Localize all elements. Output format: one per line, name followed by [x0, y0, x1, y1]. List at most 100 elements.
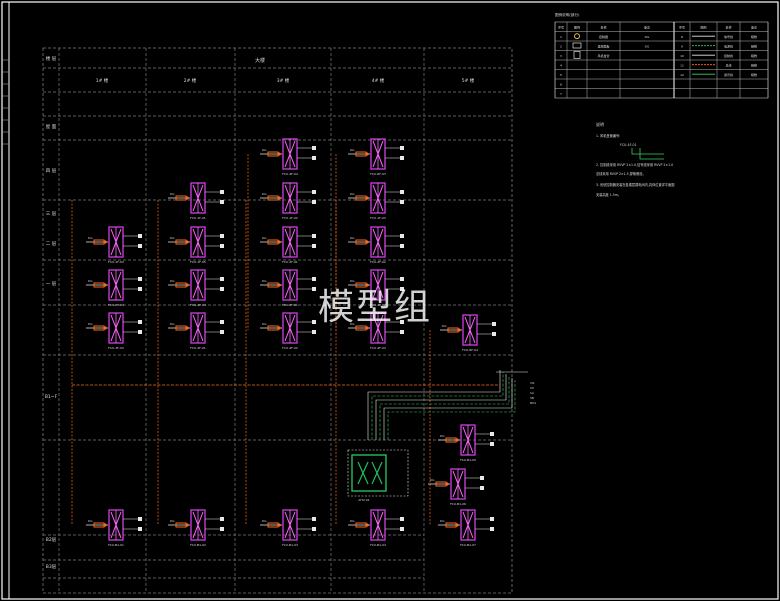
output-terminal [312, 277, 316, 281]
unit-tag: FCU-1F-05 [190, 260, 206, 264]
cable-node [277, 523, 281, 527]
cable-node [455, 438, 459, 442]
legend-cell: 电源线 [724, 44, 733, 49]
output-terminal [400, 234, 404, 238]
notes-title: 说明 [596, 121, 604, 127]
output-terminal [220, 527, 224, 531]
output-terminal [220, 234, 224, 238]
output-terminal [400, 200, 404, 204]
legend-header: 名称 [725, 25, 731, 30]
output-terminal [490, 527, 494, 531]
cable-label: DG [88, 322, 93, 326]
output-terminal [400, 190, 404, 194]
unit-tag: FCU-2F-04 [190, 303, 206, 307]
cable-label: DG [442, 324, 447, 328]
fan-coil-unit: DG FCU-RF-03 [348, 138, 404, 176]
output-terminal [312, 330, 316, 334]
fan-coil-unit: DG FCU-4F-02 [260, 312, 316, 350]
legend-cell: 总线 [725, 63, 731, 68]
legend-cell: 信号线 [724, 34, 733, 39]
fan-coil-unit: DG FCU-4F-01 [168, 312, 224, 350]
row-label: 二 层 [46, 241, 57, 247]
output-terminal [312, 527, 316, 531]
cable-node [185, 240, 189, 244]
cable-label: DG [262, 279, 267, 283]
unit-tag: FCU-3F-01 [282, 303, 298, 307]
cable-node [185, 196, 189, 200]
output-terminal [220, 244, 224, 248]
cable-label: DG [170, 192, 175, 196]
bundle-label: SB [530, 396, 534, 400]
ahu-box [351, 454, 387, 492]
note-line: 3. 系统控制器安装在各楼层弱电间内,具体位置详平面图 [596, 182, 674, 187]
fan-coil-unit: DG FCU-1F-02 [260, 182, 316, 220]
panel-icon [572, 42, 582, 49]
output-terminal [400, 146, 404, 150]
unit-tag: FCU-1F-03 [370, 216, 386, 220]
header-top-label: 大楼 [255, 57, 265, 64]
cable-label: DG [170, 279, 175, 283]
note-line: 1. 风机盘管编号: [596, 133, 620, 138]
unit-tag: FCU-1F-01 [190, 216, 206, 220]
note-line: 总线采用 RVSP 2×1.5,穿管敷设。 [596, 171, 646, 176]
row-label: 一 层 [46, 281, 57, 287]
output-terminal [312, 190, 316, 194]
legend-cell: 7 [560, 92, 562, 96]
unit-tag: FCU-B1-05 [460, 458, 476, 462]
cable-node [103, 326, 107, 330]
fan-coil-unit: DG FCU-B1-07 [438, 509, 494, 547]
bundle-wire [383, 378, 513, 440]
fan-coil-unit: DG FCU-1F-04 [86, 226, 142, 264]
fan-coil-unit: DG FCU-2F-02 [348, 226, 404, 264]
output-terminal [492, 322, 496, 326]
legend-cell: 2 [560, 45, 562, 49]
output-terminal [220, 517, 224, 521]
output-terminal [490, 442, 494, 446]
fan-coil-unit: DG FCU-B1-06 [428, 468, 484, 506]
unit-tag: FCU-3F-03 [108, 346, 124, 350]
output-terminal [312, 320, 316, 324]
unit-tag: FCU-1F-02 [282, 216, 298, 220]
legend-cell: 9 [681, 45, 683, 49]
legend-cell: 温控面板 [597, 44, 609, 49]
legend-cell: 11 [680, 64, 684, 68]
output-terminal [400, 244, 404, 248]
legend-header: 序号 [679, 25, 685, 30]
ahu-panel [347, 449, 409, 497]
cable-label: DG [88, 519, 93, 523]
output-terminal [312, 287, 316, 291]
output-terminal [138, 277, 142, 281]
output-terminal [138, 244, 142, 248]
cable-node [103, 240, 107, 244]
column-header-label: 3# 楼 [277, 77, 290, 84]
fan-coil-unit: DG FCU-2F-03 [86, 269, 142, 307]
fan-coil-unit: DG FCU-B1-05 [438, 424, 494, 462]
unit-tag: FCU-B1-04 [370, 543, 386, 547]
legend-header: 图例 [700, 25, 706, 30]
notes-block: 说明 1. 风机盘管编号: FCU-4F-01 2. 控制线采用 RVVP 2×1.0… [596, 121, 674, 197]
legend-table: 图例说明(部分)序号 图例 名称 备注 序号 图例 名称 备注1 控制器 DG 8 信号线 暗敷2 温控面… [554, 12, 769, 99]
cable-label: DG [262, 236, 267, 240]
cable-node [185, 523, 189, 527]
output-terminal [138, 517, 142, 521]
fcu-icon [573, 51, 581, 59]
output-terminal [138, 234, 142, 238]
note-leader [631, 148, 664, 155]
output-terminal [138, 287, 142, 291]
controller-icon [574, 33, 580, 40]
output-terminal [220, 190, 224, 194]
legend-header: 图例 [574, 25, 580, 30]
legend-cell: 暗敷 [751, 34, 757, 39]
bundle-label: CN [530, 381, 534, 385]
row-label: B2层 [46, 537, 57, 543]
legend-cell: 暗敷 [751, 53, 757, 58]
unit-tag: FCU-4F-02 [282, 346, 298, 350]
legend-cell: 暗敷 [751, 44, 757, 49]
unit-tag: FCU-RF-04 [462, 348, 478, 352]
cable-label: DG [430, 478, 435, 482]
cable-node [277, 283, 281, 287]
cable-node [185, 283, 189, 287]
unit-tag: FCU-4F-01 [190, 346, 206, 350]
fan-coil-unit: DG FCU-2F-01 [260, 226, 316, 264]
unit-tag: FCU-RF-03 [370, 172, 386, 176]
